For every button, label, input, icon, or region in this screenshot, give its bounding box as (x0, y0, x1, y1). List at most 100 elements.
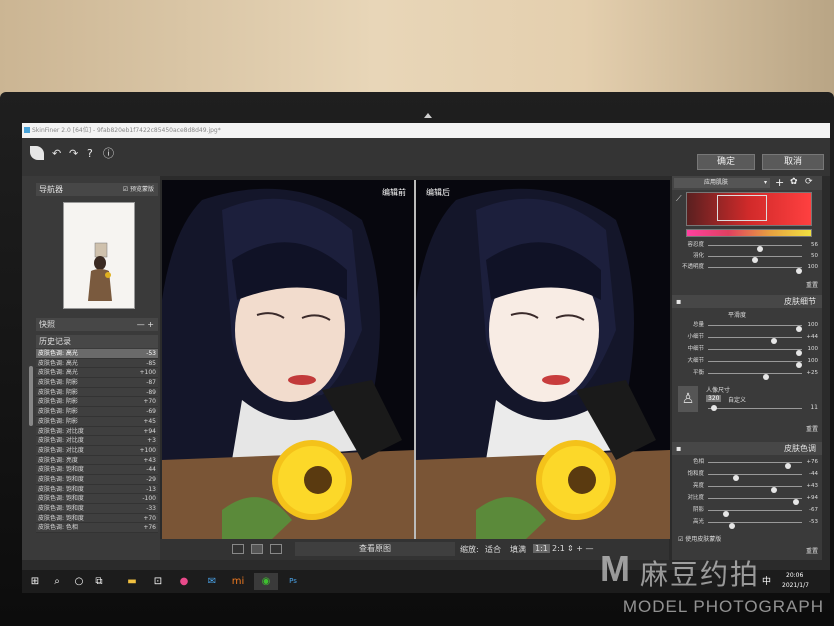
history-row[interactable]: 皮肤色调: 饱和度 +70 (36, 513, 158, 524)
slider-knob[interactable] (722, 511, 729, 517)
portrait-custom-option[interactable]: 自定义 (728, 395, 746, 404)
slider-track[interactable] (708, 267, 802, 274)
slider-track[interactable] (708, 522, 802, 529)
slider-track[interactable] (708, 361, 802, 368)
photoshop-icon[interactable]: Ps (284, 573, 302, 590)
color-selection-box[interactable] (717, 195, 767, 221)
history-row[interactable]: 皮肤色调: 阴影 +70 (36, 397, 158, 408)
navigator-thumbnail[interactable] (63, 202, 135, 309)
slider-track[interactable] (708, 245, 802, 252)
slider-knob[interactable] (796, 350, 802, 356)
slider-track[interactable] (708, 510, 802, 517)
browser-icon[interactable]: ● (175, 573, 193, 590)
skin-area-reset[interactable]: 重置 (806, 280, 818, 289)
history-row[interactable]: 皮肤色调: 阴影 -87 (36, 378, 158, 388)
zoom-fill-option[interactable]: 填满 (510, 544, 526, 555)
history-row[interactable]: 皮肤色调: 阴影 -89 (36, 387, 158, 398)
single-view-icon[interactable] (232, 544, 244, 554)
history-row[interactable]: 皮肤色调: 饱和度 -29 (36, 474, 158, 485)
wechat-icon[interactable]: ◉ (254, 573, 278, 590)
zoom-1to1-option[interactable]: 1:1 (533, 544, 550, 553)
split-view-icon[interactable] (251, 544, 263, 554)
slider-track[interactable] (708, 462, 802, 469)
slider-track[interactable] (708, 373, 802, 380)
refresh-icon[interactable]: ⟳ (805, 177, 813, 187)
clock-date[interactable]: 2021/1/7 (782, 582, 809, 589)
slider-knob[interactable] (796, 362, 802, 368)
slider-knob[interactable] (732, 475, 739, 481)
skin-detail-reset[interactable]: 重置 (806, 424, 818, 433)
eyedropper-icon[interactable]: ⟋ (676, 194, 682, 204)
before-image[interactable]: 编辑前 (162, 180, 416, 539)
history-row[interactable]: 皮肤色调: 高光 +100 (36, 368, 158, 379)
view-original-button[interactable]: 查看原图 (295, 542, 455, 556)
left-scrollbar[interactable] (29, 366, 33, 426)
slider-knob[interactable] (762, 374, 769, 380)
after-image[interactable]: 编辑后 (416, 180, 670, 539)
task-view-icon[interactable]: ○ (70, 573, 88, 590)
search-icon[interactable]: ⌕ (48, 573, 66, 590)
slider-knob[interactable] (796, 326, 802, 332)
color-picker-field[interactable] (686, 192, 812, 226)
portrait-size-slider[interactable] (708, 405, 802, 411)
history-row[interactable]: 皮肤色调: 饱和度 -44 (36, 465, 158, 475)
slider-knob[interactable] (771, 338, 778, 344)
history-row[interactable]: 皮肤色调: 饱和度 -33 (36, 504, 158, 514)
history-row[interactable]: 皮肤色调: 色相 +76 (36, 523, 158, 534)
history-row[interactable]: 皮肤色调: 阴影 +45 (36, 416, 158, 427)
zoom-2to1-option[interactable]: 2:1 (552, 544, 565, 553)
mi-app-icon[interactable]: mi (229, 573, 247, 590)
slider-track[interactable] (708, 486, 802, 493)
hue-bar[interactable] (686, 229, 812, 237)
multitask-icon[interactable]: ⧉ (90, 573, 108, 590)
portrait-size-knob[interactable] (711, 405, 717, 411)
slider-knob[interactable] (785, 463, 792, 469)
add-icon[interactable]: + (775, 176, 784, 189)
history-row[interactable]: 皮肤色调: 高光 -85 (36, 358, 158, 369)
store-icon[interactable]: ⊡ (149, 573, 167, 590)
gear-icon[interactable]: ✿ (790, 177, 798, 187)
navigator-header[interactable]: 导航器 ☑ 预览蒙版 (36, 183, 158, 196)
zoom-stepper-icon[interactable]: ⇕ + — (567, 544, 594, 553)
history-row[interactable]: 皮肤色调: 对比度 +100 (36, 445, 158, 456)
slider-knob[interactable] (793, 499, 800, 505)
clock-time[interactable]: 20:06 (786, 572, 803, 579)
portrait-size-option[interactable]: 320 (706, 395, 722, 402)
history-row[interactable]: 皮肤色调: 阴影 -69 (36, 407, 158, 417)
slider-knob[interactable] (729, 523, 736, 529)
slider-track[interactable] (708, 325, 802, 332)
ime-indicator[interactable]: 中 (762, 574, 771, 587)
slider-track[interactable] (708, 337, 802, 344)
preview-mask-checkbox[interactable]: ☑ 预览蒙版 (123, 183, 154, 196)
redo-icon[interactable]: ↷ (69, 148, 78, 160)
slider-track[interactable] (708, 474, 802, 481)
slider-knob[interactable] (796, 268, 802, 274)
slider-track[interactable] (708, 349, 802, 356)
snapshot-controls[interactable]: — + (137, 318, 154, 331)
snapshots-header[interactable]: 快照 — + (36, 318, 158, 331)
file-explorer-icon[interactable]: ▬ (123, 573, 141, 590)
mail-icon[interactable]: ✉ (203, 573, 221, 590)
skin-detail-toggle[interactable]: ▪ (676, 295, 681, 308)
help-icon[interactable]: ? (87, 148, 93, 160)
stacked-view-icon[interactable] (270, 544, 282, 554)
history-row[interactable]: 皮肤色调: 对比度 +94 (36, 426, 158, 437)
history-row[interactable]: 皮肤色调: 亮度 +43 (36, 455, 158, 466)
skin-tone-reset[interactable]: 重置 (806, 546, 818, 555)
undo-icon[interactable]: ↶ (52, 148, 61, 160)
history-row[interactable]: 皮肤色调: 饱和度 -100 (36, 494, 158, 504)
slider-knob[interactable] (771, 487, 778, 493)
skin-tone-header[interactable]: ▪ 皮肤色调 (672, 442, 822, 455)
history-row[interactable]: 皮肤色调: 饱和度 -13 (36, 484, 158, 495)
skin-preset-dropdown[interactable]: 应用肌肤 ▾ (674, 178, 770, 188)
history-header[interactable]: 历史记录 (36, 335, 158, 348)
zoom-fit-option[interactable]: 适合 (485, 544, 501, 555)
skin-tone-toggle[interactable]: ▪ (676, 442, 681, 455)
info-icon[interactable]: ⓘ (103, 148, 114, 160)
history-row[interactable]: 皮肤色调: 对比度 +3 (36, 436, 158, 446)
windows-start-icon[interactable]: ⊞ (26, 573, 44, 590)
skin-detail-header[interactable]: ▪ 皮肤细节 (672, 295, 822, 308)
confirm-button[interactable]: 确定 (697, 154, 755, 170)
cancel-button[interactable]: 取消 (762, 154, 824, 170)
slider-track[interactable] (708, 498, 802, 505)
